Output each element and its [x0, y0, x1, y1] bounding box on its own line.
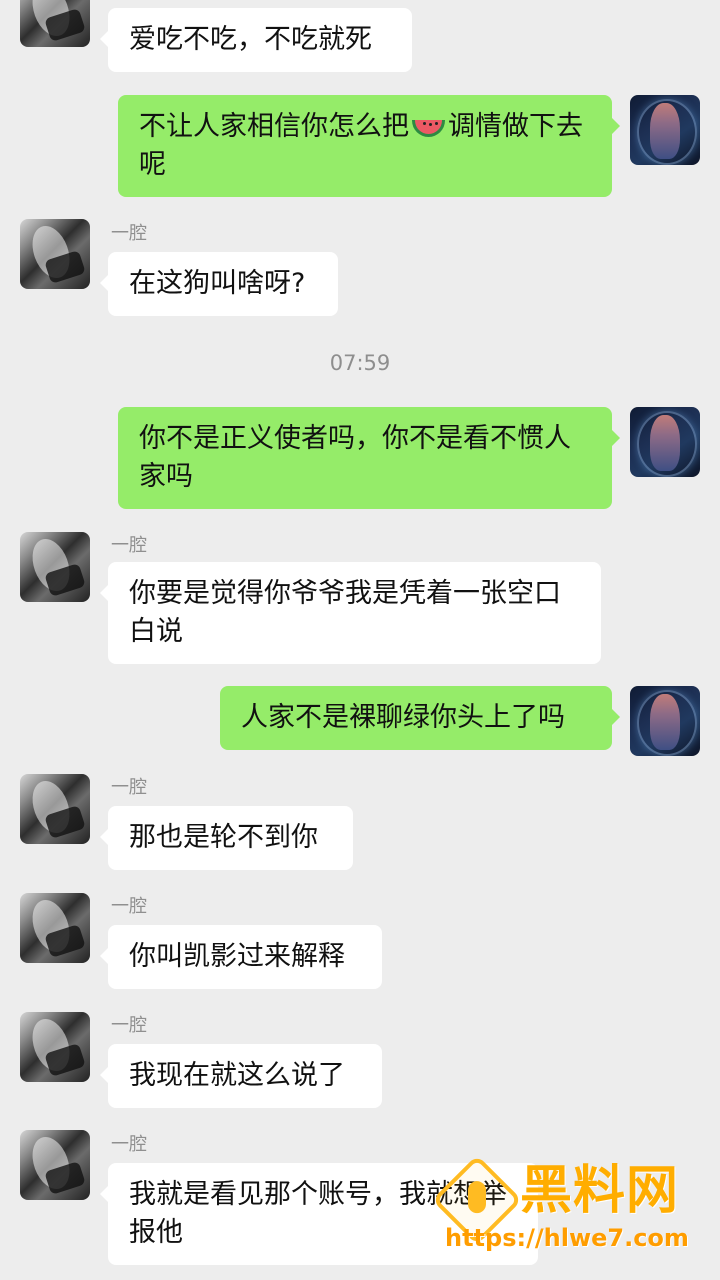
- message-text: 爱吃不吃，不吃就死: [129, 24, 372, 55]
- chat-thread: 爱吃不吃，不吃就死 不让人家相信你怎么把 调情做下去呢 一腔 在这狗叫啥呀? 07…: [0, 0, 720, 1280]
- message-text: 那也是轮不到你: [129, 822, 318, 853]
- outgoing-message: 不让人家相信你怎么把 调情做下去呢: [118, 95, 620, 197]
- watermark-url: https://hlwe7.com: [445, 1224, 689, 1252]
- incoming-message: 你叫凯影过来解释: [100, 925, 382, 989]
- sender-name: 一腔: [111, 535, 147, 556]
- incoming-message: 那也是轮不到你: [100, 806, 353, 870]
- incoming-message: 你要是觉得你爷爷我是凭着一张空口白说: [100, 562, 601, 664]
- my-avatar[interactable]: [630, 407, 700, 477]
- contact-avatar[interactable]: [20, 219, 90, 289]
- message-text: 你要是觉得你爷爷我是凭着一张空口白说: [129, 578, 561, 647]
- sender-name: 一腔: [111, 777, 147, 798]
- message-text: 我现在就这么说了: [129, 1060, 345, 1091]
- incoming-message: 我现在就这么说了: [100, 1044, 382, 1108]
- contact-avatar[interactable]: [20, 1012, 90, 1082]
- my-avatar[interactable]: [630, 686, 700, 756]
- sender-name: 一腔: [111, 223, 147, 244]
- contact-avatar[interactable]: [20, 774, 90, 844]
- message-timestamp: 07:59: [329, 351, 391, 375]
- outgoing-message: 人家不是裸聊绿你头上了吗: [220, 686, 620, 750]
- message-text: 人家不是裸聊绿你头上了吗: [241, 702, 565, 733]
- message-text: 你叫凯影过来解释: [129, 941, 345, 972]
- contact-avatar[interactable]: [20, 532, 90, 602]
- message-text: 你不是正义使者吗，你不是看不惯人家吗: [139, 423, 571, 492]
- contact-avatar[interactable]: [20, 893, 90, 963]
- message-text: 在这狗叫啥呀?: [129, 268, 306, 299]
- my-avatar[interactable]: [630, 95, 700, 165]
- site-watermark: 黑料网 https://hlwe7.com: [425, 1154, 695, 1256]
- contact-avatar[interactable]: [20, 1130, 90, 1200]
- sender-name: 一腔: [111, 1015, 147, 1036]
- sender-name: 一腔: [111, 896, 147, 917]
- incoming-message: 在这狗叫啥呀?: [100, 252, 338, 316]
- incoming-message: 爱吃不吃，不吃就死: [100, 8, 412, 72]
- watermelon-icon: [412, 120, 445, 137]
- watermark-brand: 黑料网: [520, 1161, 680, 1221]
- sender-name: 一腔: [111, 1134, 147, 1155]
- message-text: 不让人家相信你怎么把: [139, 111, 409, 142]
- outgoing-message: 你不是正义使者吗，你不是看不惯人家吗: [118, 407, 620, 509]
- contact-avatar[interactable]: [20, 0, 90, 47]
